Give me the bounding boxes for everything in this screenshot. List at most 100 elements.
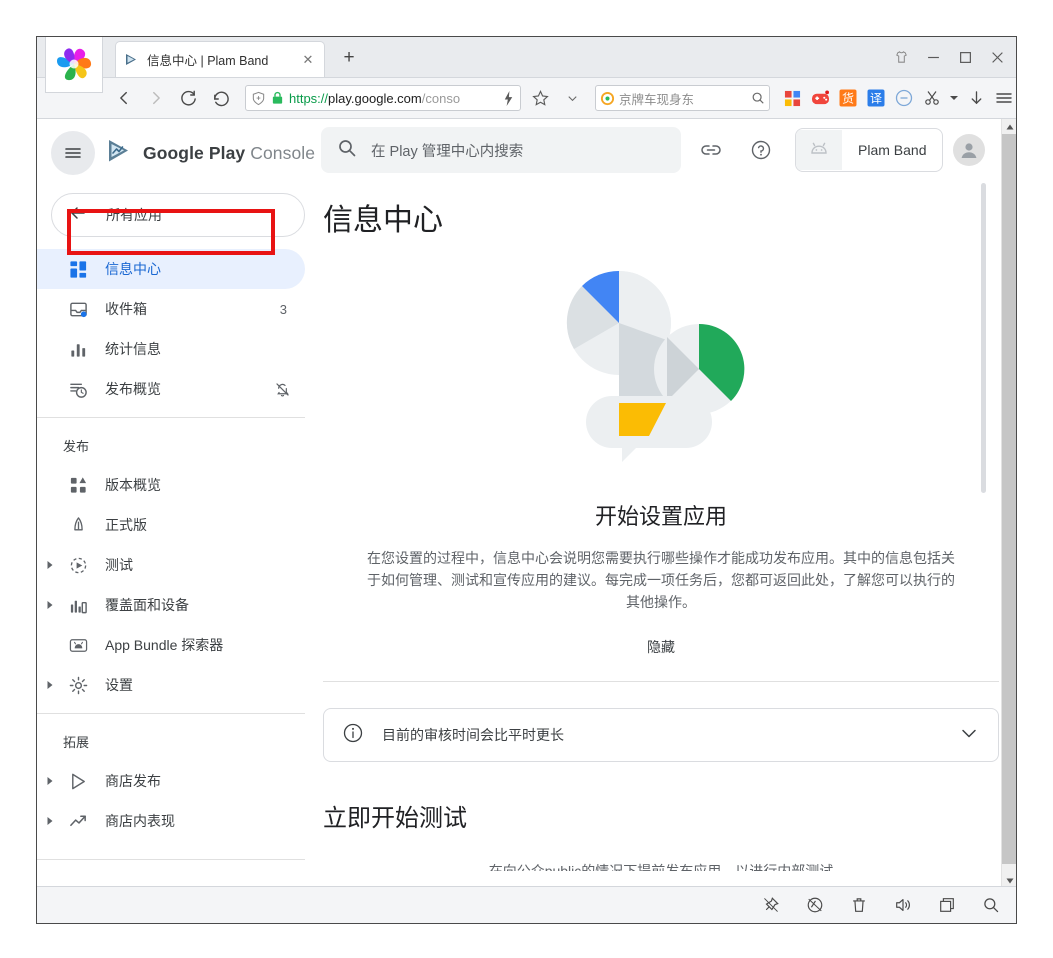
chevron-right-icon[interactable]: [37, 680, 63, 690]
game-extension[interactable]: [810, 88, 830, 108]
browser-bottom-toolbar: [37, 886, 1016, 923]
sidebar-item-settings[interactable]: 设置: [37, 665, 305, 705]
sidebar: Google Play Console 所有应用 信息中心 收件箱 3 统计信息…: [37, 119, 319, 888]
sidebar-item-label: 设置: [105, 677, 133, 693]
downloads-extension[interactable]: [966, 88, 986, 108]
tab-close-icon[interactable]: ✕: [300, 52, 316, 68]
sidebar-item-label: 发布概览: [105, 381, 161, 397]
window-icon[interactable]: [936, 894, 958, 916]
brand-name-bold: Google Play: [143, 142, 246, 163]
sidebar-item-reach-devices[interactable]: 覆盖面和设备: [37, 585, 305, 625]
brand-text: Google Play Console: [143, 143, 315, 164]
chevron-down-icon[interactable]: [958, 722, 980, 749]
publishing-overview-icon: [63, 380, 93, 399]
browser-tab[interactable]: 信息中心 | Plam Band ✕: [115, 41, 325, 77]
new-tab-button[interactable]: +: [337, 47, 361, 71]
chevron-down-icon[interactable]: [557, 83, 587, 113]
sidebar-item-production[interactable]: 正式版: [37, 505, 305, 545]
browser-logo-button[interactable]: [45, 37, 103, 93]
sidebar-item-inbox[interactable]: 收件箱 3: [37, 289, 305, 329]
reload-button[interactable]: [173, 83, 203, 113]
link-icon[interactable]: [691, 130, 731, 170]
sidebar-item-label: 信息中心: [105, 261, 161, 277]
bookmark-area: [525, 83, 589, 113]
app-bundle-explorer-icon: [63, 636, 93, 655]
review-time-notice[interactable]: 目前的审核时间会比平时更长: [323, 708, 999, 762]
pin-icon[interactable]: [760, 894, 782, 916]
console-search-placeholder: 在 Play 管理中心内搜索: [371, 143, 524, 160]
snip-extension[interactable]: [922, 88, 942, 108]
sidebar-item-release-overview[interactable]: 版本概览: [37, 465, 305, 505]
address-bar[interactable]: https://play.google.com/conso: [245, 85, 521, 111]
sidebar-item-testing[interactable]: 测试: [37, 545, 305, 585]
sidebar-item-statistics[interactable]: 统计信息: [37, 329, 305, 369]
theme-button[interactable]: [886, 43, 916, 71]
production-icon: [63, 516, 93, 535]
sidebar-item-store-presence[interactable]: 商店发布: [37, 761, 305, 801]
sidebar-item-label: 正式版: [105, 517, 147, 533]
undo-button[interactable]: [205, 83, 235, 113]
browser-window: 信息中心 | Plam Band ✕ + https://play.google…: [36, 36, 1017, 924]
release-overview-icon: [63, 476, 93, 495]
minimize-button[interactable]: [918, 43, 948, 71]
sidebar-item-label: 统计信息: [105, 341, 161, 357]
page-scrollbar[interactable]: [981, 119, 986, 888]
menu-extension[interactable]: [994, 88, 1014, 108]
browser-pinwheel-logo-icon: [57, 48, 92, 81]
star-icon[interactable]: [525, 83, 555, 113]
browser-scrollbar[interactable]: [1001, 119, 1016, 888]
testing-icon: [63, 556, 93, 575]
app-name-label: Plam Band: [858, 142, 927, 158]
page-scrollbar-thumb[interactable]: [981, 183, 986, 493]
android-app-icon: [796, 130, 842, 170]
search-input[interactable]: 京牌车现身东: [595, 85, 770, 111]
chevron-right-icon[interactable]: [37, 816, 63, 826]
sidebar-item-label: 商店内表现: [105, 813, 175, 829]
chevron-right-icon[interactable]: [37, 600, 63, 610]
search-icon[interactable]: [751, 91, 765, 105]
hamburger-menu-icon[interactable]: [51, 131, 95, 175]
lightning-icon[interactable]: [502, 90, 515, 106]
snip-dropdown-icon[interactable]: [950, 88, 958, 108]
notice-text: 目前的审核时间会比平时更长: [382, 727, 564, 743]
chevron-right-icon[interactable]: [37, 776, 63, 786]
url-scheme: https://: [289, 90, 329, 106]
chevron-right-icon[interactable]: [37, 560, 63, 570]
hero-body-text: 在您设置的过程中，信息中心会说明您需要执行哪些操作才能成功发布应用。其中的信息包…: [367, 550, 955, 610]
sidebar-section-grow-heading: 拓展: [63, 735, 90, 750]
sidebar-item-app-bundle-explorer[interactable]: App Bundle 探索器: [37, 625, 305, 665]
forward-button: [141, 83, 171, 113]
console-top-bar: 在 Play 管理中心内搜索 Plam Band: [319, 119, 1001, 181]
ad-block-icon[interactable]: [804, 894, 826, 916]
scroll-up-arrow[interactable]: [1002, 119, 1016, 134]
blocker-extension[interactable]: [894, 88, 914, 108]
sidebar-item-store-performance[interactable]: 商店内表现: [37, 801, 305, 841]
dashboard-column: 信息中心 开始设置应用 在您设置的过程中，信息中心会说明您需要执行哪些操作才能成…: [319, 181, 1001, 871]
play-console-favicon: [124, 52, 140, 68]
notifications-off-icon[interactable]: [274, 381, 305, 398]
hide-button[interactable]: 隐藏: [647, 637, 675, 657]
back-button[interactable]: [109, 83, 139, 113]
speaker-icon[interactable]: [892, 894, 914, 916]
sidebar-item-dashboard[interactable]: 信息中心: [37, 249, 305, 289]
help-circle-icon[interactable]: [741, 130, 781, 170]
translate-extension[interactable]: 译: [866, 88, 886, 108]
page-title: 信息中心: [323, 204, 443, 237]
all-apps-button[interactable]: 所有应用: [51, 193, 305, 237]
shopping-extension[interactable]: 货: [838, 88, 858, 108]
maximize-button[interactable]: [950, 43, 980, 71]
trash-icon[interactable]: [848, 894, 870, 916]
shield-icon[interactable]: [251, 91, 266, 106]
brand-row: Google Play Console: [37, 125, 319, 181]
sidebar-item-publishing-overview[interactable]: 发布概览: [37, 369, 305, 409]
store-performance-icon: [63, 812, 93, 831]
close-window-button[interactable]: [982, 43, 1012, 71]
console-search-input[interactable]: 在 Play 管理中心内搜索: [321, 127, 681, 173]
search-engine-icon: [600, 91, 615, 106]
apps-grid-extension[interactable]: [782, 88, 802, 108]
inbox-badge-count: 3: [279, 301, 287, 317]
search-icon[interactable]: [980, 894, 1002, 916]
extension-icons: 货 译: [782, 88, 1014, 108]
browser-scrollbar-thumb[interactable]: [1002, 134, 1016, 864]
app-selector-chip[interactable]: Plam Band: [795, 128, 944, 172]
